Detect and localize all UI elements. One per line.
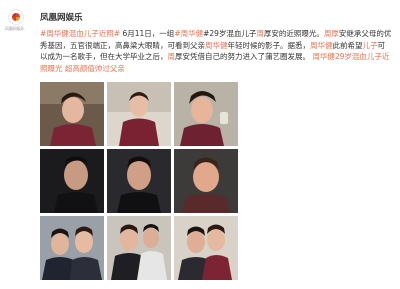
text-segment: 厚安的近照曝光。 — [263, 29, 324, 38]
topic-link[interactable]: #周华健混血儿子近照# — [40, 29, 120, 38]
photo-5[interactable] — [107, 149, 171, 213]
text-segment: 厚安凭借自己的努力进入了蒲艺圈发展。 — [175, 52, 310, 61]
photo-7[interactable] — [40, 216, 104, 280]
highlight-link[interactable]: 周 — [168, 52, 176, 61]
post-header: 凤凰网娱乐 — [8, 8, 83, 26]
photo-4-image — [40, 149, 104, 213]
highlight-link[interactable]: 周厚 — [324, 29, 339, 38]
highlight-link[interactable]: #周华健 — [174, 29, 203, 38]
photo-8[interactable] — [107, 216, 171, 280]
photo-9[interactable] — [174, 216, 238, 280]
photo-3-image — [174, 82, 238, 146]
account-name[interactable]: 凤凰网娱乐 — [40, 11, 83, 23]
photo-9-image — [174, 216, 238, 280]
logo-caption: 凤凰网娱乐 — [5, 26, 25, 31]
photo-2[interactable] — [107, 82, 171, 146]
photo-1[interactable] — [40, 82, 104, 146]
photo-2-image — [107, 82, 171, 146]
photo-7-image — [40, 216, 104, 280]
photo-6[interactable] — [174, 149, 238, 213]
highlight-link[interactable]: 周华健 — [205, 41, 228, 50]
highlight-link[interactable]: 周华健 — [310, 41, 333, 50]
post-text: #周华健混血儿子近照# 6月11日，一组#周华健#29岁混血儿子周厚安的近照曝光… — [40, 28, 392, 74]
photo-4[interactable] — [40, 149, 104, 213]
text-segment: 此前希望 — [332, 40, 363, 50]
highlight-link[interactable]: 周 — [256, 29, 264, 38]
text-segment: 年轻时候的影子。据悉， — [227, 40, 311, 50]
photo-3[interactable] — [174, 82, 238, 146]
photo-5-image — [107, 149, 171, 213]
photo-6-image — [174, 149, 238, 213]
video-link-2[interactable]: 超高颜值帅过父亲 — [65, 64, 125, 73]
text-segment: 6月11日，一组 — [120, 29, 175, 38]
text-segment: #29岁混血儿子 — [203, 29, 257, 38]
photo-1-image — [40, 82, 104, 146]
highlight-link[interactable]: 儿子 — [363, 41, 378, 50]
photo-8-image — [107, 216, 171, 280]
account-logo-icon[interactable] — [8, 9, 24, 25]
